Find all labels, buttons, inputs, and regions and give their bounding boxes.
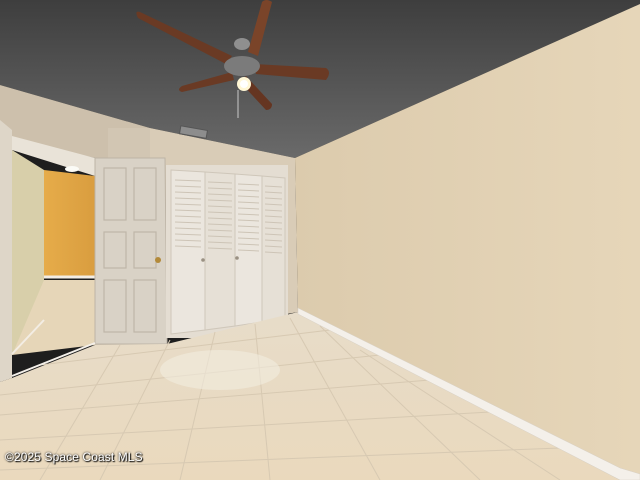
room-photo: ©2025 Space Coast MLS — [0, 0, 640, 480]
mls-watermark: ©2025 Space Coast MLS — [5, 450, 143, 464]
soffit — [108, 128, 150, 158]
floor-reflection — [160, 350, 280, 390]
room-illustration — [0, 0, 640, 480]
door-knob — [155, 257, 161, 263]
closet-bifold-doors — [170, 169, 286, 335]
door-frame — [0, 120, 12, 382]
hallway-back-wall — [44, 170, 95, 278]
hallway-light — [65, 166, 79, 172]
